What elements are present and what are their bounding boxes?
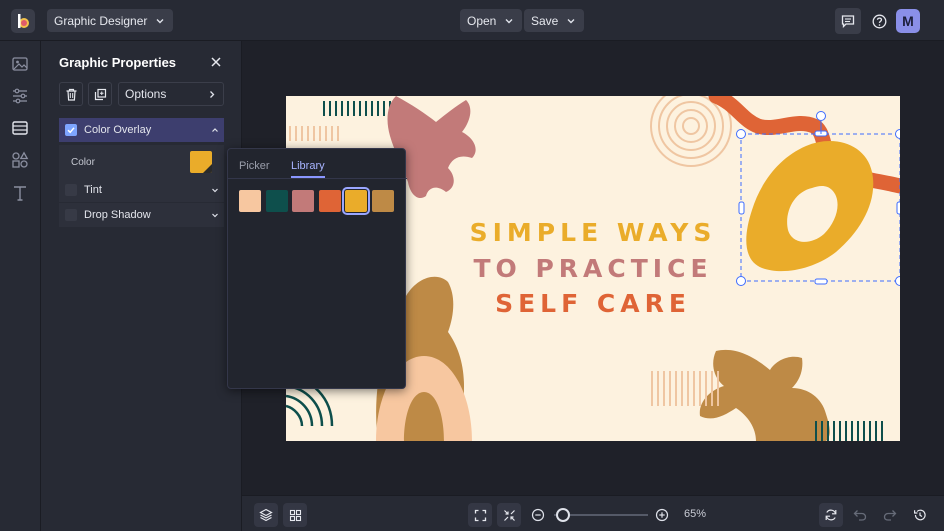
user-avatar[interactable]: M (896, 9, 920, 33)
background-icon[interactable] (11, 119, 29, 137)
color-setting: Color (59, 145, 224, 179)
chevron-down-icon (212, 213, 218, 218)
text-icon[interactable] (11, 184, 29, 202)
options-button[interactable]: Options (118, 82, 224, 106)
drop-shadow-row[interactable]: Drop Shadow (59, 203, 224, 227)
layers-icon (259, 508, 273, 522)
avatar-initial: M (902, 13, 914, 29)
library-swatch[interactable] (239, 190, 261, 212)
bottom-toolbar: 65% (242, 495, 944, 531)
color-overlay-checkbox[interactable] (65, 124, 77, 136)
image-icon[interactable] (11, 55, 29, 73)
app-logo[interactable] (11, 9, 35, 33)
library-swatch[interactable] (371, 190, 394, 212)
grid-button[interactable] (283, 503, 307, 527)
concentric-circles (650, 96, 732, 167)
shapes-icon[interactable] (11, 151, 29, 169)
refresh-icon (825, 509, 837, 521)
app-menu-button[interactable]: Graphic Designer (47, 9, 174, 32)
tool-rail (0, 41, 41, 531)
comments-button[interactable] (835, 8, 861, 34)
save-button[interactable]: Save (524, 9, 585, 32)
library-swatch[interactable] (342, 187, 370, 215)
collapse-icon (503, 509, 515, 521)
history-button[interactable] (908, 503, 932, 527)
undo-button[interactable] (848, 503, 872, 527)
expand-icon (474, 509, 486, 521)
teal-dash-pattern (323, 101, 391, 116)
tint-label: Tint (84, 184, 102, 196)
tab-divider (228, 178, 407, 179)
grid-icon (289, 509, 301, 521)
library-swatch[interactable] (265, 190, 288, 212)
comment-icon (841, 15, 855, 28)
zoom-in-icon (655, 508, 669, 522)
logo-icon (18, 14, 29, 28)
duplicate-icon (94, 88, 106, 100)
help-icon (872, 14, 886, 28)
drop-shadow-label: Drop Shadow (84, 209, 151, 221)
save-label: Save (531, 13, 559, 28)
chevron-down-icon (156, 18, 164, 23)
duplicate-button[interactable] (88, 82, 112, 106)
tab-library[interactable]: Library (291, 160, 325, 172)
fit-to-screen-button[interactable] (468, 503, 492, 527)
trash-icon (66, 88, 76, 101)
tint-checkbox[interactable] (65, 184, 77, 196)
open-button[interactable]: Open (460, 9, 523, 32)
current-color-swatch[interactable] (190, 151, 212, 173)
layers-button[interactable] (254, 503, 278, 527)
delete-button[interactable] (59, 82, 83, 106)
history-icon (914, 509, 926, 521)
options-label: Options (125, 87, 167, 101)
library-swatch[interactable] (318, 190, 341, 212)
help-button[interactable] (866, 8, 892, 34)
mustard-blob-shape (746, 141, 874, 272)
chevron-right-icon (210, 91, 215, 98)
tint-row[interactable]: Tint (59, 178, 224, 202)
close-icon[interactable] (209, 55, 223, 69)
drop-shadow-checkbox[interactable] (65, 209, 77, 221)
replace-button[interactable] (819, 503, 843, 527)
chevron-down-icon (567, 18, 575, 23)
color-overlay-label: Color Overlay (84, 124, 152, 136)
chevron-down-icon (505, 18, 513, 23)
library-swatch[interactable] (292, 190, 314, 212)
chevron-down-icon (212, 188, 218, 193)
zoom-out-button[interactable] (526, 503, 550, 527)
tab-picker[interactable]: Picker (239, 160, 270, 172)
brown-leaf-right-shape (699, 349, 830, 441)
open-label: Open (467, 13, 497, 28)
shrink-button[interactable] (497, 503, 521, 527)
color-overlay-row[interactable]: Color Overlay (59, 118, 224, 142)
peach-dash-pattern (289, 126, 339, 141)
sliders-icon[interactable] (11, 87, 29, 105)
swatch-corner-indicator (203, 164, 212, 173)
redo-icon (883, 510, 897, 521)
app-menu-label: Graphic Designer (54, 13, 148, 28)
checkmark-icon (67, 127, 75, 134)
chevron-up-icon (212, 128, 218, 132)
redo-button[interactable] (878, 503, 902, 527)
undo-icon (853, 510, 867, 521)
panel-title: Graphic Properties (59, 55, 177, 70)
zoom-slider-handle[interactable] (556, 508, 571, 522)
zoom-value: 65% (684, 508, 707, 520)
color-label: Color (71, 157, 95, 168)
top-bar: Graphic Designer Open Save M (0, 0, 944, 41)
zoom-in-button[interactable] (650, 503, 674, 527)
color-picker-popup: Picker Library (227, 148, 407, 389)
graphic-properties-panel: Graphic Properties Options Color Overlay… (41, 41, 242, 531)
zoom-out-icon (531, 508, 545, 522)
